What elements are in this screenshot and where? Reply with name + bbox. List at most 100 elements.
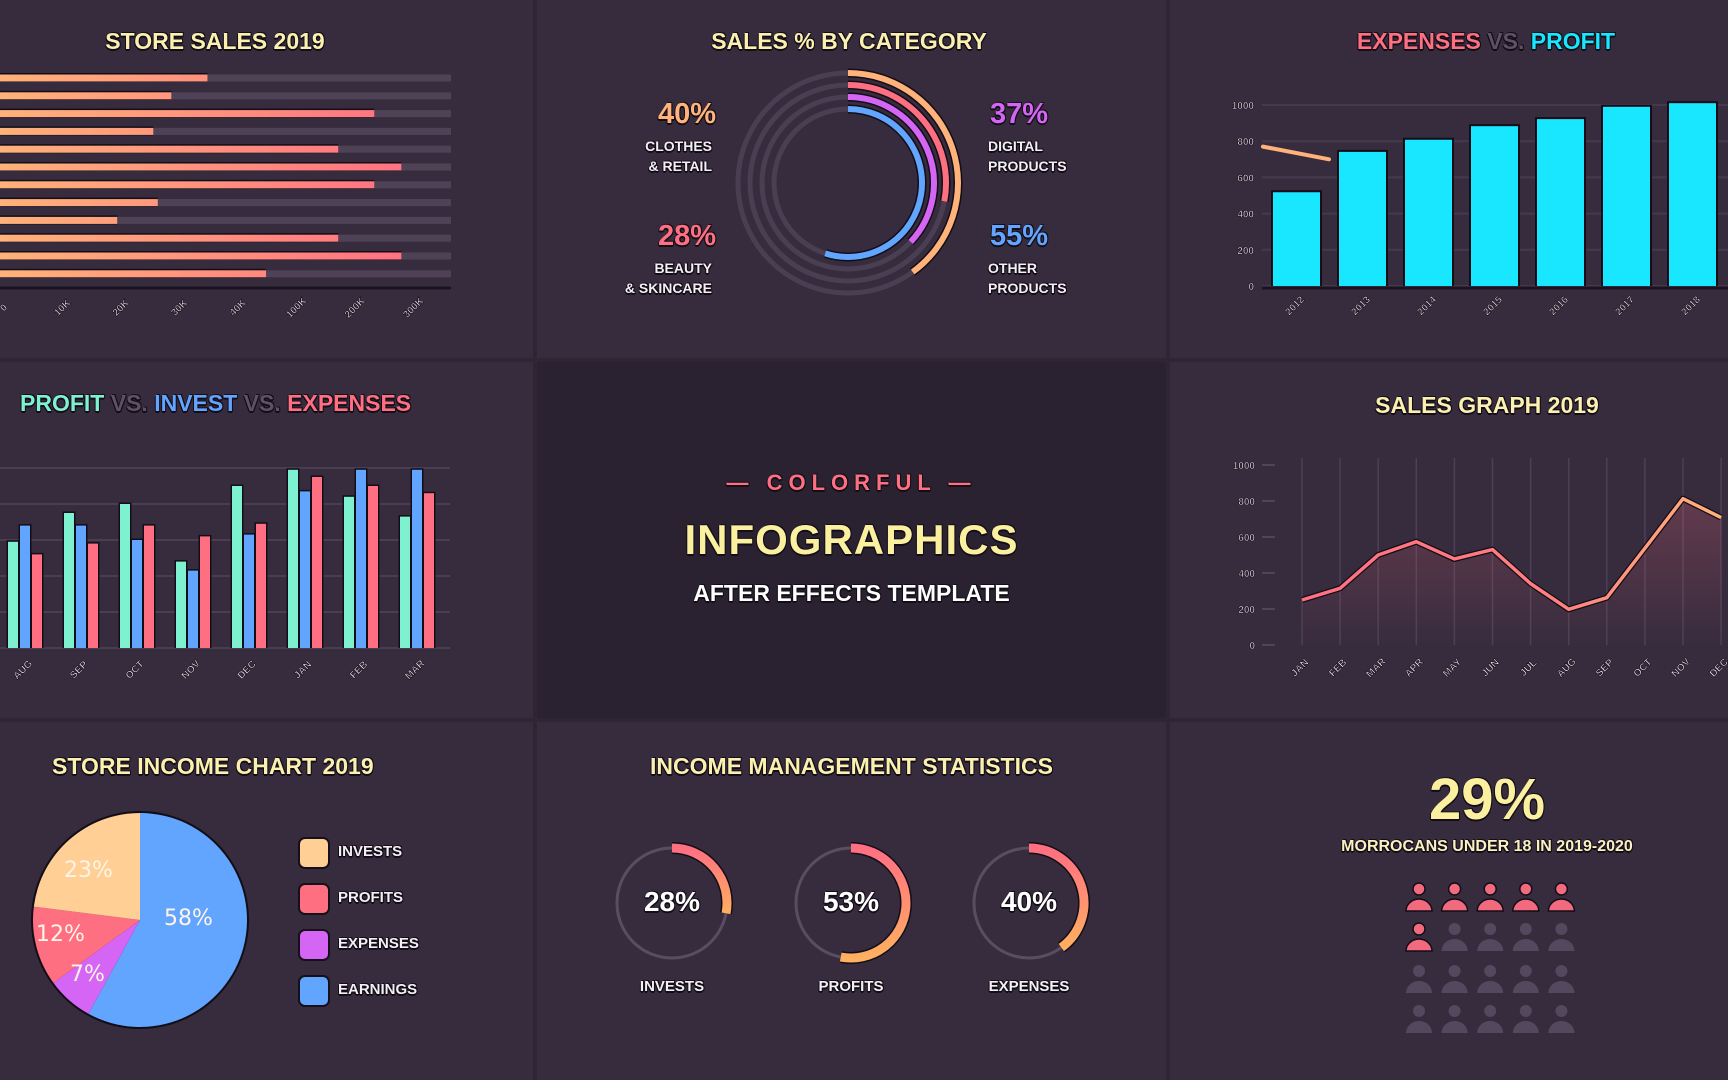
ring-arc xyxy=(824,106,925,260)
x-tick-label: AUG xyxy=(1555,656,1579,680)
person-icon-head xyxy=(1555,1005,1568,1017)
x-tick-label: 2017 xyxy=(1613,294,1637,318)
y-tick-label: 600 xyxy=(1238,533,1255,544)
profit-bar xyxy=(400,516,410,648)
sales-bar xyxy=(0,234,339,242)
x-tick-label: MAY xyxy=(1441,657,1464,680)
gauge-label-expenses: EXPENSES xyxy=(988,978,1070,995)
x-tick-label: 0 xyxy=(0,302,10,314)
profit-bar xyxy=(344,496,354,648)
person-icon-head xyxy=(1484,965,1497,977)
expenses-bar xyxy=(256,523,266,648)
legend-swatch-profits xyxy=(298,883,330,915)
sales-bar xyxy=(0,199,158,207)
person-icon-head xyxy=(1555,923,1568,935)
category-value-digital: 37% xyxy=(990,98,1049,130)
profit-bar xyxy=(64,513,74,648)
gauge-value-profits: 53% xyxy=(822,886,880,917)
category-label-digital: DIGITAL PRODUCTS xyxy=(988,138,1067,174)
invest-bar xyxy=(188,570,198,648)
invest-bar xyxy=(356,469,366,648)
person-icon xyxy=(1441,981,1468,993)
legend-swatch-earnings xyxy=(298,975,330,1007)
pie-label-earnings: 58% xyxy=(164,906,213,931)
person-icon xyxy=(1547,898,1576,912)
y-tick-label: 400 xyxy=(1238,569,1255,580)
main-subtitle: AFTER EFFECTS TEMPLATE xyxy=(693,580,1010,606)
category-label-clothes: CLOTHES & RETAIL xyxy=(645,138,712,174)
dash-right: — xyxy=(948,470,977,495)
title-vs: VS. xyxy=(110,390,148,416)
profit-bar xyxy=(1537,119,1584,286)
x-tick-label: DEC xyxy=(236,659,259,682)
x-tick-label: 40K xyxy=(228,297,249,318)
person-icon xyxy=(1512,898,1540,912)
x-tick-label: FEB xyxy=(348,659,370,681)
x-tick-label: 300K xyxy=(401,295,426,320)
profit-bar xyxy=(120,504,130,648)
x-tick-label: MAR xyxy=(1364,656,1388,680)
expenses-bar xyxy=(312,477,322,648)
under-18-subtitle: MORROCANS UNDER 18 IN 2019-2020 xyxy=(1341,838,1633,855)
pie-label-invests: 23% xyxy=(64,858,113,883)
dash-left: — xyxy=(726,470,755,495)
expenses-bar xyxy=(144,525,154,648)
income-management-title: INCOME MANAGEMENT STATISTICS xyxy=(650,753,1053,779)
person-icon xyxy=(1405,898,1433,912)
x-tick-label: FEB xyxy=(1327,657,1349,679)
invest-bar xyxy=(244,534,254,648)
main-title: INFOGRAPHICS xyxy=(684,516,1019,563)
y-tick-label: 0 xyxy=(1248,282,1254,293)
x-tick-label: 20K xyxy=(111,297,132,318)
y-tick-label: 200 xyxy=(1237,246,1254,257)
title-invest: INVEST xyxy=(154,390,238,416)
profit-invest-expenses-title: PROFIT VS. INVEST VS. EXPENSES xyxy=(20,390,411,417)
title-expenses: EXPENSES xyxy=(1356,28,1481,54)
sales-graph-title: SALES GRAPH 2019 xyxy=(1375,392,1599,418)
category-label-other: OTHER PRODUCTS xyxy=(988,260,1067,296)
expenses-bar xyxy=(32,554,42,648)
category-value-other: 55% xyxy=(990,220,1049,252)
kicker-label: COLORFUL xyxy=(766,470,937,495)
person-icon xyxy=(1406,1021,1432,1033)
person-icon xyxy=(1477,939,1504,951)
expenses-bar xyxy=(200,536,210,648)
invest-bar xyxy=(132,540,142,648)
expenses-bar xyxy=(88,543,98,648)
title-profit: PROFIT xyxy=(1530,28,1616,54)
person-icon xyxy=(1477,1021,1504,1033)
person-icon xyxy=(1548,939,1575,951)
x-tick-label: OCT xyxy=(1632,657,1655,680)
x-tick-label: 100K xyxy=(284,295,309,320)
sales-by-category-title: SALES % BY CATEGORY xyxy=(711,28,987,54)
expenses-line xyxy=(1261,144,1331,162)
person-icon xyxy=(1440,898,1469,912)
person-icon-head xyxy=(1484,923,1497,935)
x-tick-label: NOV xyxy=(1670,656,1693,679)
person-icon-head xyxy=(1554,882,1569,896)
kicker-text: — COLORFUL — xyxy=(537,470,1166,496)
x-tick-label: 2014 xyxy=(1415,294,1439,318)
ring-arc-shadow xyxy=(823,104,927,262)
title-profit: PROFIT xyxy=(20,390,105,416)
x-tick-label: OCT xyxy=(124,659,147,682)
legend-swatch-invests xyxy=(298,837,330,869)
category-value-clothes: 40% xyxy=(657,98,716,130)
sales-area xyxy=(1302,498,1722,645)
person-icon xyxy=(1512,981,1539,993)
x-tick-label: APR xyxy=(1403,656,1426,679)
gauge-value-expenses: 40% xyxy=(1000,886,1058,917)
y-tick-label: 400 xyxy=(1237,210,1254,221)
profit-bar xyxy=(8,541,18,648)
y-tick-label: 800 xyxy=(1237,137,1254,148)
y-tick-label: 600 xyxy=(1237,173,1254,184)
invest-bar xyxy=(300,491,310,648)
pie-label-profits: 12% xyxy=(36,922,85,947)
legend-label-profits: PROFITS xyxy=(338,889,404,906)
person-icon xyxy=(1512,939,1539,951)
x-tick-label: NOV xyxy=(180,658,203,681)
store-income-title: STORE INCOME CHART 2019 xyxy=(52,753,374,779)
gauge-value-invests: 28% xyxy=(643,886,701,917)
title-vs: VS. xyxy=(243,390,281,416)
person-icon-head xyxy=(1413,965,1425,977)
